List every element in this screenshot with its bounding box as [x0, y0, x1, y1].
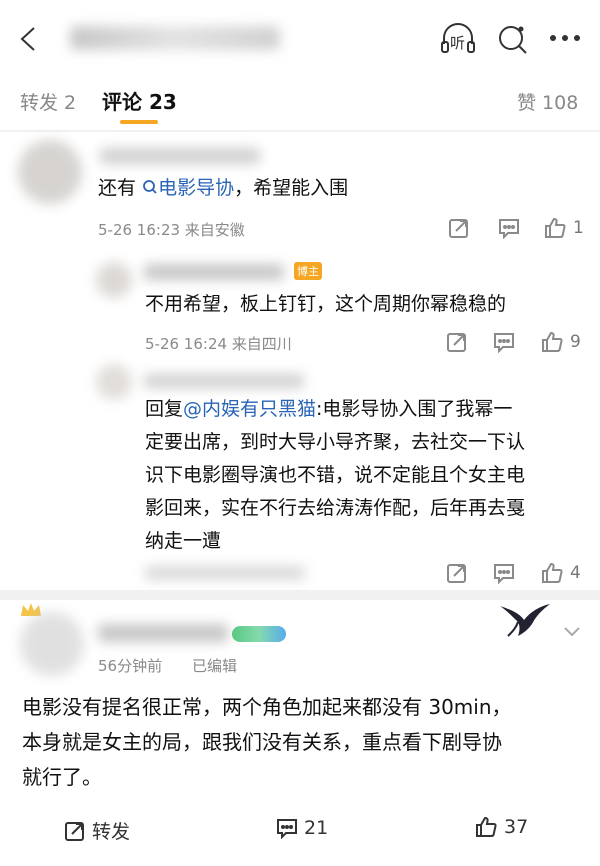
back-button[interactable] [12, 22, 46, 56]
share-icon [447, 564, 466, 583]
tab-repost[interactable]: 转发 2 [20, 88, 76, 115]
reply-meta: 5-26 16:24 来自四川 [145, 335, 292, 353]
listen-label: 听 [450, 34, 466, 52]
search-icon [143, 180, 157, 194]
replier-name-blurred [144, 264, 284, 280]
reply-button[interactable] [493, 331, 515, 353]
post-text: 电影没有提名很正常，两个角色加起来都没有 30min， 本身就是女主的局，跟我们… [22, 695, 512, 789]
reply-meta-blurred [145, 566, 305, 580]
thumbs-up-icon [542, 562, 563, 583]
reply-text: 回复@内娱有只黑猫:电影导协入围了我幂一 定要出席，到时大导小导齐聚，去社交一下… [145, 398, 526, 552]
thumbs-up-icon [545, 217, 566, 238]
share-button[interactable] [446, 331, 468, 353]
avatar[interactable] [96, 262, 132, 298]
reply-button[interactable] [498, 217, 520, 239]
expand-button[interactable] [562, 624, 582, 643]
share-icon [447, 333, 466, 352]
avatar[interactable] [18, 140, 82, 204]
reply-text: 不用希望，板上钉钉，这个周期你幂稳稳的 [145, 293, 507, 315]
comment-meta: 5-26 16:23 来自安徽 [98, 221, 245, 239]
tab-active-underline [120, 120, 158, 124]
thumbs-up-icon [542, 331, 563, 352]
tabs-divider [0, 130, 600, 132]
replier-name-blurred [144, 374, 304, 388]
reply-button[interactable] [493, 562, 515, 584]
share-button[interactable] [448, 217, 470, 239]
tab-comments[interactable]: 评论 23 [102, 86, 177, 115]
like-button[interactable]: 1 [543, 216, 584, 240]
author-badge: 博主 [294, 262, 322, 280]
share-button[interactable] [446, 562, 468, 584]
comment-icon [494, 564, 514, 584]
comment-text: 还有 电影导协，希望能入围 [98, 177, 349, 199]
author-name-blurred [70, 26, 280, 50]
share-icon [449, 219, 468, 238]
tab-likes[interactable]: 赞 108 [517, 88, 578, 115]
comment-icon [494, 333, 514, 353]
section-divider [0, 590, 600, 600]
topic-link[interactable]: 电影导协 [142, 177, 234, 199]
member-badge [232, 626, 286, 642]
chevron-down-icon [564, 627, 580, 637]
commenter-name-blurred [100, 148, 260, 164]
mention-link[interactable]: @内娱有只黑猫 [183, 398, 316, 420]
search-icon [499, 26, 527, 54]
swallow-icon [498, 600, 552, 644]
listen-button[interactable]: 听 [438, 20, 478, 58]
more-button[interactable] [548, 28, 582, 48]
post-repost-button[interactable]: 转发 [64, 817, 130, 844]
post-comment-button[interactable]: 21 [276, 817, 328, 839]
poster-name-blurred [98, 624, 228, 642]
like-button[interactable]: 9 [540, 330, 581, 354]
chevron-left-icon [20, 27, 35, 51]
avatar[interactable] [20, 612, 84, 676]
post-edited: 已编辑 [192, 657, 238, 675]
share-icon [65, 821, 84, 841]
post-time: 56分钟前 [98, 657, 163, 675]
like-button[interactable]: 4 [540, 561, 581, 585]
search-button[interactable] [496, 22, 530, 56]
avatar[interactable] [96, 364, 132, 400]
post-like-button[interactable]: 37 [474, 815, 528, 839]
thumbs-up-icon [476, 816, 497, 837]
comment-icon [499, 219, 519, 239]
comment-icon [277, 819, 297, 839]
more-horizontal-icon [550, 35, 580, 41]
